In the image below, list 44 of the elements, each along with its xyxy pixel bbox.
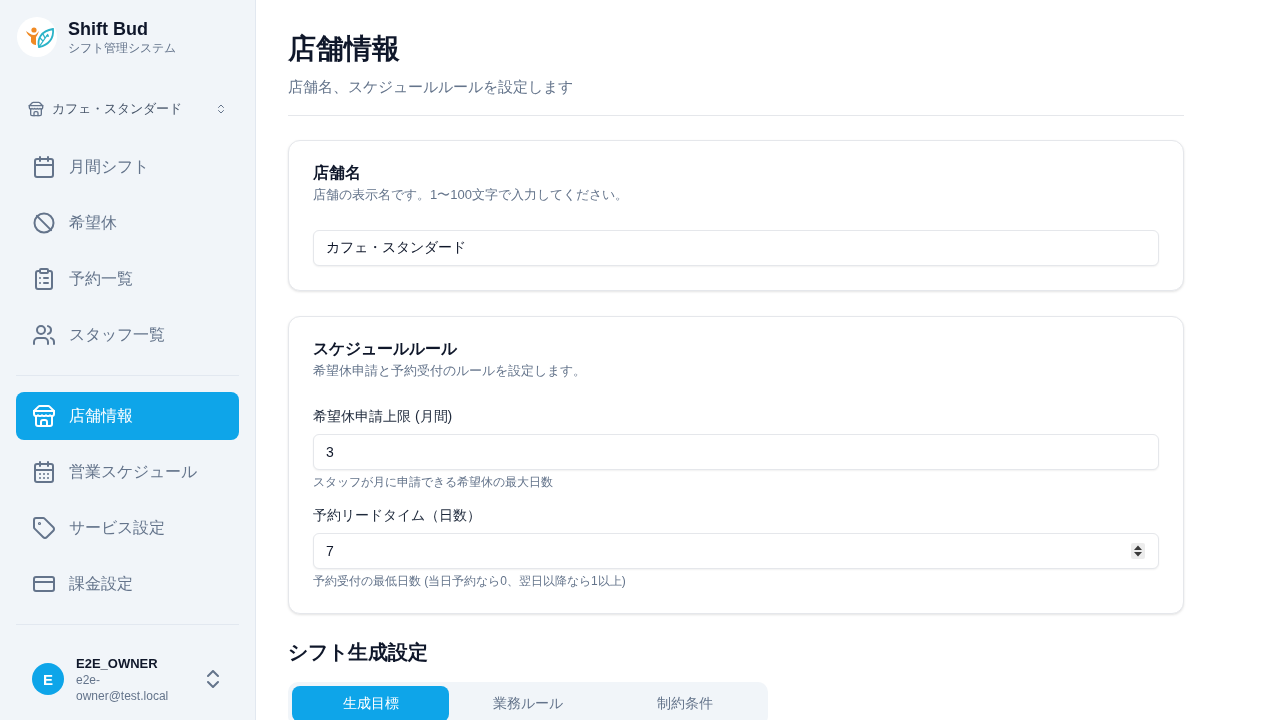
page-subtitle: 店舗名、スケジュールルールを設定します <box>288 77 574 97</box>
field-label: 予約リードタイム（日数） <box>313 506 482 525</box>
card-title: 店舗名 <box>313 163 362 183</box>
section-title: シフト生成設定 <box>288 640 429 665</box>
app-name: Shift Bud <box>68 18 149 40</box>
sidebar-nav-item[interactable]: 希望休 <box>16 199 239 247</box>
text-input[interactable]: カフェ・スタンダード <box>313 230 1159 266</box>
sidebar-nav-item[interactable]: スタッフ一覧 <box>16 311 239 359</box>
logo-icon <box>17 17 57 57</box>
store-icon <box>33 405 55 427</box>
circle-slash-icon <box>33 212 55 234</box>
sidebar-nav-item[interactable]: 予約一覧 <box>16 255 239 303</box>
field-label: 希望休申請上限 (月間) <box>313 407 454 426</box>
user-email: e2e-owner@test.local <box>76 671 170 704</box>
page-title: 店舗情報 <box>288 32 401 66</box>
sidebar-nav-item[interactable]: 店舗情報 <box>16 392 239 440</box>
field-help-text: 予約受付の最低日数 (当日予約なら0、翌日以降なら1以上) <box>313 573 627 589</box>
card-description: 希望休申請と予約受付のルールを設定します。 <box>313 362 587 380</box>
user-name: E2E_OWNER <box>76 654 159 672</box>
app-subtitle: シフト管理システム <box>68 40 176 56</box>
chevrons-up-down-icon[interactable] <box>207 670 219 688</box>
calendar-icon <box>33 156 55 178</box>
sidebar-nav-item[interactable]: 月間シフト <box>16 143 239 191</box>
card-description: 店舗の表示名です。1〜100文字で入力してください。 <box>313 186 629 204</box>
card-title: スケジュールルール <box>313 339 458 359</box>
user-avatar: E <box>32 663 64 695</box>
sidebar-nav-item[interactable]: 課金設定 <box>16 560 239 608</box>
text-input[interactable]: 7 <box>313 533 1159 569</box>
sidebar-nav-item[interactable]: サービス設定 <box>16 504 239 552</box>
tab[interactable]: 制約条件 <box>606 686 764 720</box>
tab[interactable]: 生成目標 <box>292 686 450 720</box>
users-icon <box>33 324 55 346</box>
tag-icon <box>33 517 55 539</box>
field-help-text: スタッフが月に申請できる希望休の最大日数 <box>313 474 554 490</box>
sidebar-nav-item[interactable]: 営業スケジュール <box>16 448 239 496</box>
clipboard-list-icon <box>33 268 55 290</box>
text-input[interactable]: 3 <box>313 434 1159 470</box>
store-icon <box>28 101 44 117</box>
calendar-icon <box>33 461 55 483</box>
stepper-icon[interactable] <box>1131 543 1145 559</box>
chevrons-up-down-icon <box>217 104 225 114</box>
store-selector[interactable]: カフェ・スタンダード <box>16 93 239 125</box>
tab[interactable]: 業務ルール <box>449 686 607 720</box>
credit-card-icon <box>33 573 55 595</box>
